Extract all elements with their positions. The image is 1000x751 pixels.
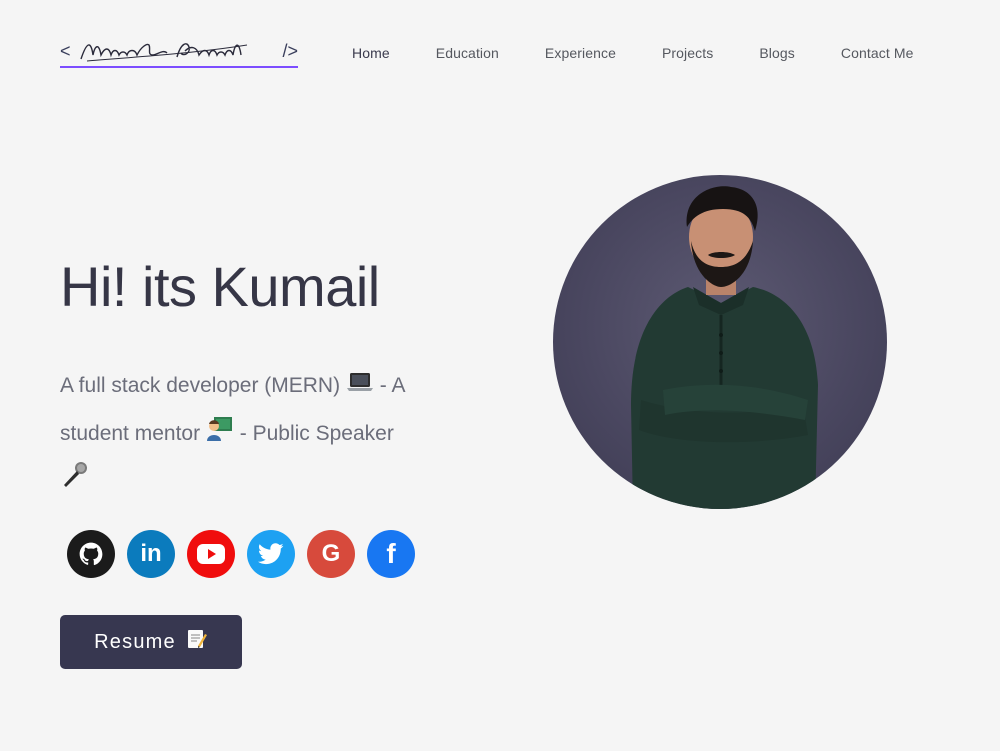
logo-close-bracket: /> — [282, 40, 299, 61]
logo-open-bracket: < — [60, 40, 71, 61]
main-nav: Home Education Experience Projects Blogs… — [352, 45, 913, 61]
nav-blogs[interactable]: Blogs — [759, 45, 795, 61]
profile-photo — [553, 175, 887, 509]
linkedin-icon[interactable]: in — [127, 530, 175, 578]
signature-logo — [79, 43, 247, 62]
nav-education[interactable]: Education — [436, 45, 499, 61]
google-icon[interactable]: G — [307, 530, 355, 578]
microphone-icon — [60, 459, 90, 506]
memo-icon — [186, 628, 208, 656]
teacher-icon — [206, 411, 234, 458]
nav-experience[interactable]: Experience — [545, 45, 616, 61]
nav-home[interactable]: Home — [352, 45, 390, 61]
site-logo[interactable]: < /> — [60, 38, 299, 68]
nav-contact-me[interactable]: Contact Me — [841, 45, 914, 61]
resume-label: Resume — [94, 630, 176, 653]
resume-button[interactable]: Resume — [60, 615, 242, 669]
nav-projects[interactable]: Projects — [662, 45, 713, 61]
page: < /> Home Education Experience Projects … — [0, 0, 1000, 751]
laptop-icon — [346, 363, 374, 410]
subtitle-part-3: - Public Speaker — [239, 421, 394, 445]
youtube-icon[interactable] — [187, 530, 235, 578]
subtitle-part-1: A full stack developer (MERN) — [60, 374, 346, 397]
twitter-icon[interactable] — [247, 530, 295, 578]
facebook-icon[interactable]: f — [367, 530, 415, 578]
hero-subtitle: A full stack developer (MERN) - A studen… — [60, 362, 470, 506]
hero-title: Hi! its Kumail — [60, 255, 380, 318]
github-icon[interactable] — [67, 530, 115, 578]
social-links: in G f — [67, 530, 415, 578]
